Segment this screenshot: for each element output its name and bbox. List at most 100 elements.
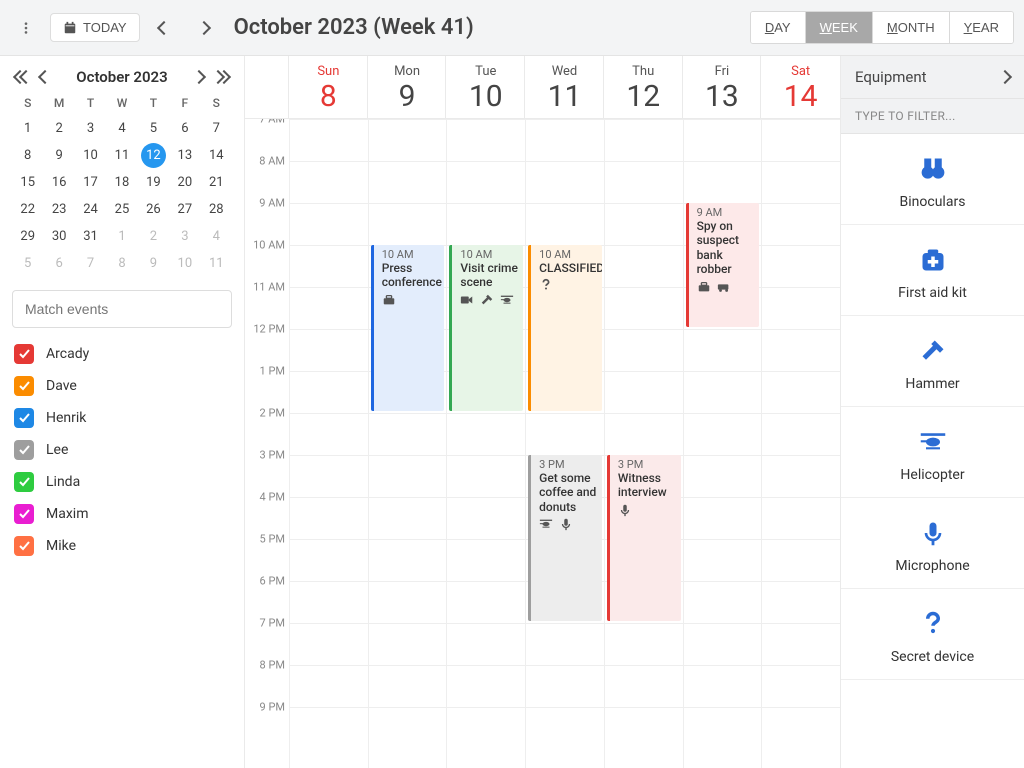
day-header[interactable]: Fri13 <box>683 56 762 118</box>
mini-prev-month[interactable] <box>34 70 56 85</box>
event[interactable]: 10 AMCLASSIFIED <box>528 245 602 411</box>
mini-day[interactable]: 29 <box>12 224 43 249</box>
day-header[interactable]: Tue10 <box>446 56 525 118</box>
mini-day[interactable]: 30 <box>43 224 74 249</box>
mini-day[interactable]: 1 <box>12 116 43 141</box>
equipment-filter[interactable]: TYPE TO FILTER... <box>841 99 1024 134</box>
resource-maxim[interactable]: Maxim <box>14 504 230 524</box>
prev-button[interactable] <box>148 12 180 44</box>
day-header[interactable]: Sat14 <box>761 56 840 118</box>
mini-day[interactable]: 27 <box>169 197 200 222</box>
resource-arcady[interactable]: Arcady <box>14 344 230 364</box>
mini-day[interactable]: 3 <box>75 116 106 141</box>
mini-day[interactable]: 18 <box>106 170 137 195</box>
mini-next-year[interactable] <box>210 70 232 85</box>
equipment-header[interactable]: Equipment <box>841 56 1024 99</box>
event[interactable]: 3 PMWitness interview <box>607 455 681 621</box>
mini-day[interactable]: 4 <box>201 224 232 249</box>
mini-day[interactable]: 5 <box>12 251 43 276</box>
page-title: October 2023 (Week 41) <box>234 15 474 40</box>
day-header[interactable]: Thu12 <box>604 56 683 118</box>
event-time: 10 AM <box>460 248 518 261</box>
match-events-input[interactable] <box>12 290 232 328</box>
mini-day[interactable]: 11 <box>201 251 232 276</box>
mini-day[interactable]: 17 <box>75 170 106 195</box>
event[interactable]: 9 AMSpy on suspect bank robber <box>686 203 760 327</box>
day-header[interactable]: Mon9 <box>368 56 447 118</box>
equipment-item-firstaid[interactable]: First aid kit <box>841 225 1024 316</box>
day-column[interactable]: 3 PMWitness interview <box>604 119 683 768</box>
today-button[interactable]: TODAY <box>50 13 140 42</box>
calendar-grid[interactable]: 10 AMPress conference10 AMVisit crime sc… <box>289 119 840 768</box>
mini-day[interactable]: 10 <box>75 143 106 168</box>
mini-day[interactable]: 15 <box>12 170 43 195</box>
resource-dave[interactable]: Dave <box>14 376 230 396</box>
mini-day[interactable]: 21 <box>201 170 232 195</box>
mini-dow: W <box>106 92 137 114</box>
equipment-item-microphone[interactable]: Microphone <box>841 498 1024 589</box>
view-day[interactable]: DAY <box>751 12 806 43</box>
mini-day[interactable]: 20 <box>169 170 200 195</box>
day-column[interactable] <box>289 119 368 768</box>
event[interactable]: 10 AMVisit crime scene <box>449 245 523 411</box>
dow-label: Wed <box>525 64 604 79</box>
mini-day[interactable]: 11 <box>106 143 137 168</box>
mini-day[interactable]: 7 <box>201 116 232 141</box>
mini-day[interactable]: 22 <box>12 197 43 222</box>
equipment-item-helicopter[interactable]: Helicopter <box>841 407 1024 498</box>
view-month[interactable]: MONTH <box>873 12 950 43</box>
resource-linda[interactable]: Linda <box>14 472 230 492</box>
mini-day[interactable]: 8 <box>12 143 43 168</box>
mini-day[interactable]: 4 <box>106 116 137 141</box>
time-column: 7 AM8 AM9 AM10 AM11 AM12 PM1 PM2 PM3 PM4… <box>245 119 289 768</box>
mini-day[interactable]: 14 <box>201 143 232 168</box>
day-column[interactable]: 10 AMVisit crime scene <box>446 119 525 768</box>
mini-day[interactable]: 10 <box>169 251 200 276</box>
mini-day[interactable]: 6 <box>169 116 200 141</box>
day-column[interactable]: 10 AMCLASSIFIED 3 PMGet some coffee and d… <box>525 119 604 768</box>
mini-day[interactable]: 2 <box>43 116 74 141</box>
mini-day[interactable]: 25 <box>106 197 137 222</box>
mini-day[interactable]: 7 <box>75 251 106 276</box>
mini-prev-year[interactable] <box>12 70 34 85</box>
equipment-item-binoculars[interactable]: Binoculars <box>841 134 1024 225</box>
day-header[interactable]: Sun8 <box>289 56 368 118</box>
event[interactable]: 10 AMPress conference <box>371 245 445 411</box>
day-column[interactable]: 10 AMPress conference <box>368 119 447 768</box>
dow-label: Tue <box>446 64 525 79</box>
mini-day[interactable]: 1 <box>106 224 137 249</box>
menu-button[interactable] <box>10 12 42 44</box>
day-column[interactable]: 9 AMSpy on suspect bank robber <box>683 119 762 768</box>
mini-day[interactable]: 2 <box>138 224 169 249</box>
mini-day[interactable]: 28 <box>201 197 232 222</box>
mini-day[interactable]: 8 <box>106 251 137 276</box>
calendar-icon <box>63 21 77 35</box>
mini-day[interactable]: 9 <box>43 143 74 168</box>
day-header[interactable]: Wed11 <box>525 56 604 118</box>
resource-mike[interactable]: Mike <box>14 536 230 556</box>
today-label: TODAY <box>83 20 127 35</box>
mini-day[interactable]: 3 <box>169 224 200 249</box>
mini-day[interactable]: 23 <box>43 197 74 222</box>
mini-day[interactable]: 12 <box>141 143 166 168</box>
mini-day[interactable]: 13 <box>169 143 200 168</box>
calendar-body[interactable]: 7 AM8 AM9 AM10 AM11 AM12 PM1 PM2 PM3 PM4… <box>245 119 840 768</box>
event[interactable]: 3 PMGet some coffee and donuts <box>528 455 602 621</box>
view-week[interactable]: WEEK <box>806 12 873 43</box>
mini-day[interactable]: 5 <box>138 116 169 141</box>
mini-day[interactable]: 16 <box>43 170 74 195</box>
mini-day[interactable]: 19 <box>138 170 169 195</box>
mini-day[interactable]: 9 <box>138 251 169 276</box>
resource-lee[interactable]: Lee <box>14 440 230 460</box>
equipment-item-question[interactable]: Secret device <box>841 589 1024 680</box>
mini-day[interactable]: 31 <box>75 224 106 249</box>
resource-henrik[interactable]: Henrik <box>14 408 230 428</box>
view-year[interactable]: YEAR <box>950 12 1013 43</box>
next-button[interactable] <box>188 12 220 44</box>
mini-day[interactable]: 6 <box>43 251 74 276</box>
mini-day[interactable]: 24 <box>75 197 106 222</box>
mini-day[interactable]: 26 <box>138 197 169 222</box>
mini-next-month[interactable] <box>188 70 210 85</box>
equipment-item-hammer[interactable]: Hammer <box>841 316 1024 407</box>
day-column[interactable] <box>761 119 840 768</box>
